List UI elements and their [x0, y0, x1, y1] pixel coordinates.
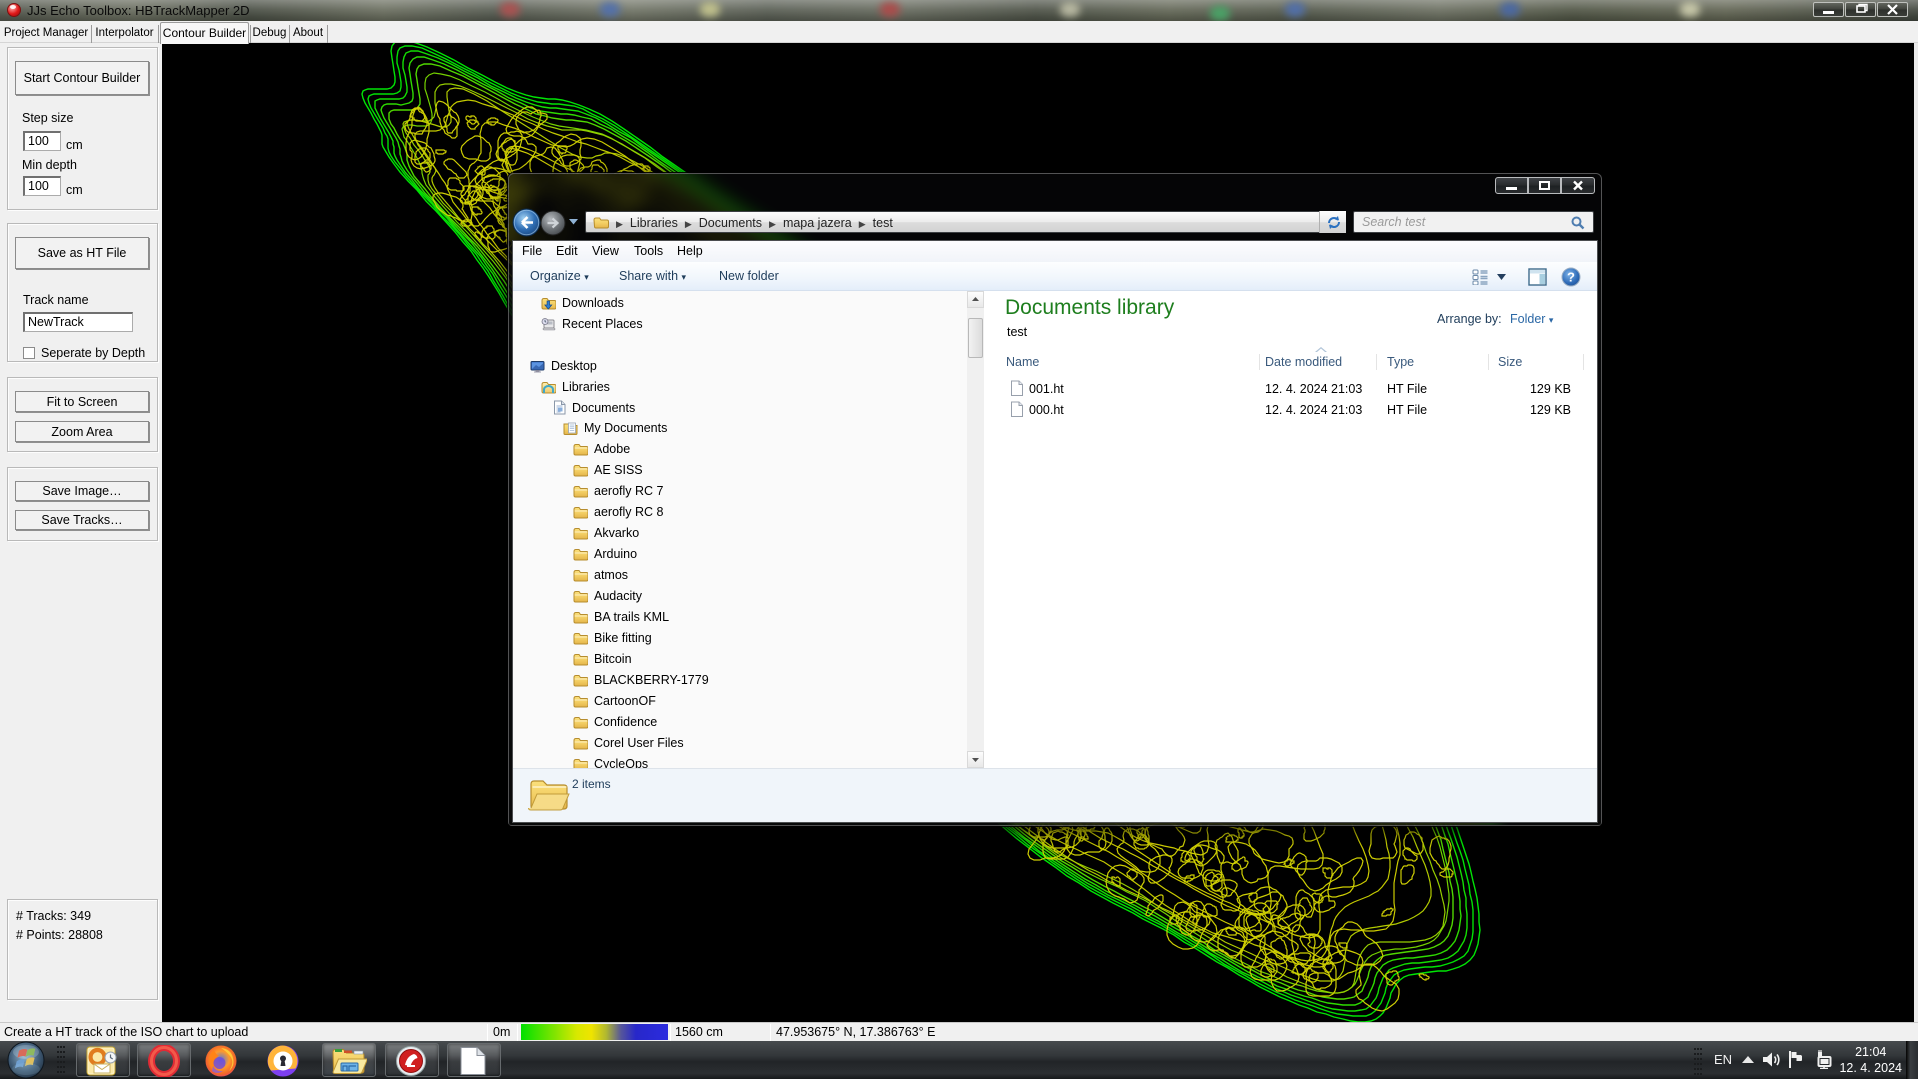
svg-text:?: ?: [1567, 270, 1575, 285]
